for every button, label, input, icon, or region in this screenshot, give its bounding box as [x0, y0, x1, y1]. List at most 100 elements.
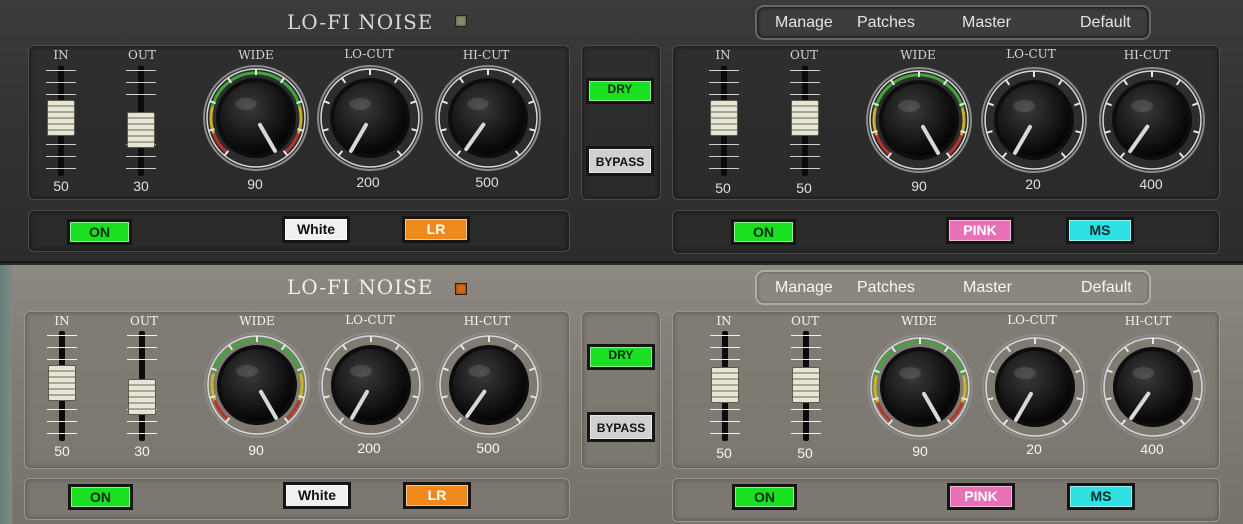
plugin-title: LO-FI NOISE [287, 10, 434, 34]
plugin-skin-light: LO-FI NOISE Manage Patches Master Defaul… [0, 265, 1243, 524]
knob-value-hicut: 500 [475, 174, 499, 190]
right-in-fader-handle[interactable] [711, 367, 739, 403]
fader-label-in-right: IN [716, 314, 732, 328]
knob-value-locut: 200 [356, 174, 380, 190]
menu-manage[interactable]: Manage [775, 279, 833, 297]
center-panel [581, 45, 661, 200]
ms-mode-button[interactable]: MS [1067, 483, 1135, 510]
menu-default[interactable]: Default [1080, 14, 1131, 32]
fader-value-out-right: 50 [796, 180, 812, 196]
dry-button[interactable]: DRY [587, 344, 655, 370]
knob-value-wide-right: 90 [912, 443, 928, 459]
in-fader[interactable] [47, 331, 77, 441]
knob-label-locut: LO-CUT [345, 313, 395, 327]
wide-knob[interactable] [202, 64, 310, 172]
noise-pink-button[interactable]: PINK [947, 483, 1015, 510]
fader-value-in-right: 50 [716, 445, 732, 461]
knob-value-locut-right: 20 [1025, 176, 1041, 192]
right-locut-knob[interactable] [980, 66, 1088, 174]
menu-manage[interactable]: Manage [775, 14, 833, 32]
plugin-skin-dark: LO-FI NOISE Manage Patches Master Defaul… [0, 0, 1243, 263]
right-in-fader[interactable] [710, 331, 740, 441]
fader-value-in: 50 [53, 178, 69, 194]
knob-value-wide: 90 [248, 442, 264, 458]
bypass-button[interactable]: BYPASS [586, 146, 654, 176]
right-out-fader-handle[interactable] [792, 367, 820, 403]
hicut-knob[interactable] [434, 64, 542, 172]
knob-label-wide: WIDE [238, 48, 274, 62]
menu-default[interactable]: Default [1081, 279, 1132, 297]
wide-knob[interactable] [203, 331, 311, 439]
right-on-button[interactable]: ON [731, 219, 796, 245]
right-on-button[interactable]: ON [732, 484, 797, 510]
menu-master[interactable]: Master [963, 279, 1012, 297]
fader-value-out: 30 [134, 443, 150, 459]
right-out-fader-handle[interactable] [791, 100, 819, 136]
plugin-title: LO-FI NOISE [287, 275, 434, 299]
fader-label-in-right: IN [715, 48, 731, 62]
knob-value-locut: 200 [357, 440, 381, 456]
hicut-knob[interactable] [435, 331, 543, 439]
out-fader-handle[interactable] [128, 379, 156, 415]
preset-menubar: Manage Patches Master Default [755, 5, 1151, 40]
preset-menubar: Manage Patches Master Default [755, 270, 1151, 305]
out-fader-handle[interactable] [127, 112, 155, 148]
right-in-fader-handle[interactable] [710, 100, 738, 136]
knob-label-hicut: HI-CUT [463, 314, 511, 328]
knob-value-hicut-right: 400 [1139, 176, 1163, 192]
knob-value-locut-right: 20 [1026, 441, 1042, 457]
fader-label-out: OUT [128, 48, 156, 62]
menu-patches[interactable]: Patches [857, 14, 915, 32]
fader-value-out-right: 50 [797, 445, 813, 461]
in-fader-handle[interactable] [48, 365, 76, 401]
in-fader-handle[interactable] [47, 100, 75, 136]
knob-label-hicut-right: HI-CUT [1124, 314, 1172, 328]
out-fader[interactable] [126, 66, 156, 176]
knob-value-hicut: 500 [476, 440, 500, 456]
knob-label-locut: LO-CUT [344, 47, 394, 61]
noise-pink-button[interactable]: PINK [946, 217, 1014, 244]
menu-patches[interactable]: Patches [857, 279, 915, 297]
fader-label-out: OUT [130, 314, 158, 328]
dry-button[interactable]: DRY [586, 78, 654, 104]
fader-label-out-right: OUT [791, 314, 819, 328]
fader-label-in: IN [54, 314, 70, 328]
noise-white-button[interactable]: White [282, 216, 350, 243]
fader-value-in: 50 [54, 443, 70, 459]
locut-knob[interactable] [316, 64, 424, 172]
knob-label-hicut: HI-CUT [462, 48, 510, 62]
right-in-fader[interactable] [709, 66, 739, 176]
left-on-button[interactable]: ON [67, 219, 132, 245]
right-hicut-knob[interactable] [1098, 66, 1206, 174]
right-locut-knob[interactable] [981, 333, 1089, 441]
fader-value-in-right: 50 [715, 180, 731, 196]
fader-label-out-right: OUT [790, 48, 818, 62]
knob-label-wide-right: WIDE [900, 48, 936, 62]
right-out-fader[interactable] [791, 331, 821, 441]
right-out-fader[interactable] [790, 66, 820, 176]
bypass-button[interactable]: BYPASS [587, 412, 655, 442]
knob-label-wide: WIDE [239, 314, 275, 328]
square-led-icon[interactable] [455, 15, 467, 27]
right-hicut-knob[interactable] [1099, 333, 1207, 441]
out-fader[interactable] [127, 331, 157, 441]
knob-value-wide: 90 [247, 176, 263, 192]
knob-label-locut-right: LO-CUT [1007, 313, 1057, 327]
center-panel [581, 311, 661, 469]
knob-label-locut-right: LO-CUT [1006, 47, 1056, 61]
menu-master[interactable]: Master [962, 14, 1011, 32]
noise-white-button[interactable]: White [283, 482, 351, 509]
fader-label-in: IN [53, 48, 69, 62]
locut-knob[interactable] [317, 331, 425, 439]
knob-label-hicut-right: HI-CUT [1123, 48, 1171, 62]
square-led-icon[interactable] [455, 283, 467, 295]
lr-mode-button[interactable]: LR [403, 482, 471, 509]
lr-mode-button[interactable]: LR [402, 216, 470, 243]
left-on-button[interactable]: ON [68, 484, 133, 510]
in-fader[interactable] [46, 66, 76, 176]
ms-mode-button[interactable]: MS [1066, 217, 1134, 244]
right-wide-knob[interactable] [866, 333, 974, 441]
fader-value-out: 30 [133, 178, 149, 194]
knob-value-wide-right: 90 [911, 178, 927, 194]
right-wide-knob[interactable] [865, 66, 973, 174]
